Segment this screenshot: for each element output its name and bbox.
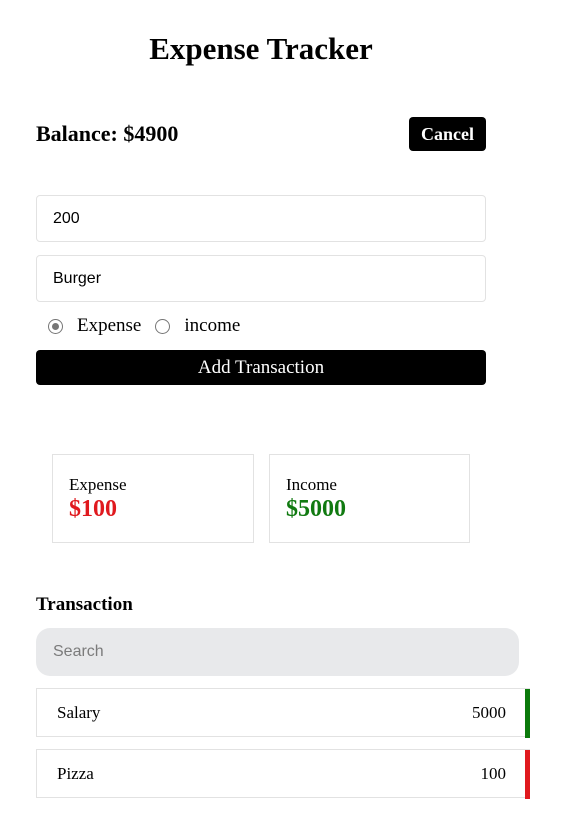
- add-transaction-button[interactable]: Add Transaction: [36, 350, 486, 385]
- expense-summary-value: $100: [69, 496, 117, 522]
- page-title: Expense Tracker: [149, 31, 373, 66]
- expense-radio[interactable]: [48, 318, 63, 334]
- transaction-amount: 100: [480, 763, 507, 783]
- expense-indicator-bar: [525, 750, 530, 799]
- description-input[interactable]: [36, 255, 486, 302]
- income-summary-label: Income: [286, 475, 337, 494]
- income-summary-card: Income $5000: [269, 454, 470, 543]
- transaction-amount: 5000: [472, 702, 506, 722]
- transaction-row[interactable]: Pizza 100: [36, 749, 530, 799]
- transaction-list: Salary 5000 Pizza 100: [36, 688, 530, 810]
- income-radio[interactable]: [155, 318, 171, 334]
- cancel-button[interactable]: Cancel: [409, 117, 486, 151]
- transaction-name: Salary: [57, 702, 101, 722]
- transaction-name: Pizza: [57, 763, 94, 783]
- expense-summary-card: Expense $100: [52, 454, 254, 543]
- amount-input[interactable]: [36, 195, 486, 242]
- balance-text: Balance: $4900: [36, 121, 179, 146]
- expense-summary-label: Expense: [69, 475, 127, 494]
- income-indicator-bar: [525, 689, 530, 738]
- search-input[interactable]: [36, 628, 519, 676]
- expense-radio-label[interactable]: Expense: [77, 315, 141, 337]
- balance-row: Balance: $4900 Cancel: [36, 117, 486, 151]
- income-radio-label[interactable]: income: [184, 315, 240, 337]
- transactions-heading: Transaction: [36, 594, 133, 615]
- expense-tracker-app: Expense Tracker Balance: $4900 Cancel Ex…: [0, 0, 572, 832]
- transaction-row[interactable]: Salary 5000: [36, 688, 530, 738]
- income-summary-value: $5000: [286, 496, 346, 522]
- type-radio-group: Expense income: [48, 314, 254, 338]
